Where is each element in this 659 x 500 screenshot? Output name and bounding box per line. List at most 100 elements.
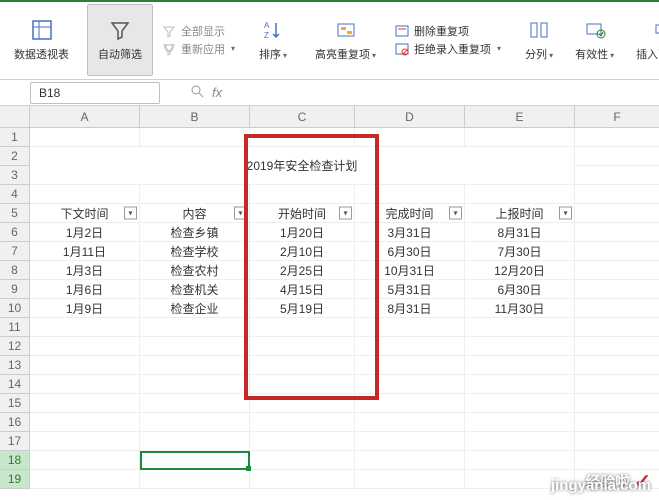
cell[interactable] (30, 337, 140, 356)
cell[interactable]: 检查学校 (140, 242, 250, 261)
cell[interactable]: 上报时间▾ (465, 204, 575, 223)
cell[interactable]: 检查乡镇 (140, 223, 250, 242)
row-header[interactable]: 9 (0, 280, 30, 299)
cell[interactable]: 3月31日 (355, 223, 465, 242)
cell[interactable] (575, 337, 659, 356)
show-all-button[interactable]: 全部显示 (161, 23, 235, 39)
cell[interactable] (250, 128, 355, 147)
row-header[interactable]: 12 (0, 337, 30, 356)
filter-button[interactable]: ▾ (339, 207, 352, 220)
cell[interactable]: 下文时间▾ (30, 204, 140, 223)
row-header[interactable]: 5 (0, 204, 30, 223)
sort-button[interactable]: AZ 排序▾ (249, 4, 297, 76)
cell[interactable] (140, 128, 250, 147)
cell[interactable] (465, 394, 575, 413)
autofilter-button[interactable]: 自动筛选 (87, 4, 153, 76)
cell[interactable] (140, 356, 250, 375)
cell[interactable] (250, 375, 355, 394)
cell[interactable] (575, 375, 659, 394)
cell[interactable]: 1月20日 (250, 223, 355, 242)
cell[interactable]: 6月30日 (355, 242, 465, 261)
cell[interactable]: 5月19日 (250, 299, 355, 318)
cell[interactable] (30, 432, 140, 451)
cell[interactable] (355, 185, 465, 204)
cell[interactable] (140, 337, 250, 356)
cell[interactable] (355, 413, 465, 432)
column-header[interactable]: F (575, 106, 659, 128)
row-header[interactable]: 4 (0, 185, 30, 204)
cell[interactable] (250, 470, 355, 489)
cell[interactable]: 1月9日 (30, 299, 140, 318)
cell[interactable] (250, 337, 355, 356)
filter-button[interactable]: ▾ (449, 207, 462, 220)
cell[interactable] (355, 337, 465, 356)
column-header[interactable]: E (465, 106, 575, 128)
cell[interactable]: 1月2日 (30, 223, 140, 242)
row-header[interactable]: 18 (0, 451, 30, 470)
row-header[interactable]: 19 (0, 470, 30, 489)
validation-button[interactable]: 有效性▾ (565, 4, 624, 76)
cell[interactable] (355, 432, 465, 451)
cell[interactable] (250, 185, 355, 204)
cell[interactable] (140, 413, 250, 432)
highlight-dup-button[interactable]: 高亮重复项▾ (305, 4, 386, 76)
column-header[interactable]: B (140, 106, 250, 128)
cell[interactable] (140, 375, 250, 394)
cell[interactable] (250, 451, 355, 470)
cell[interactable] (575, 356, 659, 375)
cell[interactable]: 检查企业 (140, 299, 250, 318)
cell[interactable] (140, 451, 250, 470)
cell[interactable] (30, 128, 140, 147)
cell[interactable] (30, 451, 140, 470)
cell[interactable] (575, 204, 659, 223)
cell[interactable]: 8月31日 (355, 299, 465, 318)
cell[interactable] (465, 375, 575, 394)
cell[interactable] (30, 185, 140, 204)
cell[interactable]: 7月30日 (465, 242, 575, 261)
cell[interactable] (575, 413, 659, 432)
row-header[interactable]: 8 (0, 261, 30, 280)
search-icon[interactable] (190, 84, 204, 101)
cell[interactable] (30, 394, 140, 413)
row-header[interactable]: 16 (0, 413, 30, 432)
pivot-table-button[interactable]: 数据透视表 (4, 4, 79, 76)
cell[interactable]: 10月31日 (355, 261, 465, 280)
cell[interactable] (575, 128, 659, 147)
cell[interactable]: 完成时间▾ (355, 204, 465, 223)
cell[interactable] (575, 299, 659, 318)
title-cell[interactable]: 2019年安全检查计划 (30, 147, 575, 185)
cell[interactable] (140, 432, 250, 451)
cell[interactable] (575, 280, 659, 299)
cell[interactable] (140, 318, 250, 337)
cell[interactable] (465, 185, 575, 204)
spreadsheet[interactable]: ABCDEF 12345678910111213141516171819 201… (0, 106, 659, 500)
cell[interactable]: 6月30日 (465, 280, 575, 299)
row-header[interactable]: 11 (0, 318, 30, 337)
column-header[interactable]: D (355, 106, 465, 128)
cell[interactable]: 2月10日 (250, 242, 355, 261)
row-header[interactable]: 13 (0, 356, 30, 375)
cell[interactable]: 8月31日 (465, 223, 575, 242)
name-box[interactable]: B18 (30, 82, 160, 104)
cell[interactable] (355, 356, 465, 375)
cell[interactable]: 12月20日 (465, 261, 575, 280)
cell[interactable] (465, 128, 575, 147)
cell[interactable]: 4月15日 (250, 280, 355, 299)
cell[interactable]: 5月31日 (355, 280, 465, 299)
cell[interactable] (30, 318, 140, 337)
row-header[interactable]: 15 (0, 394, 30, 413)
cell[interactable] (250, 394, 355, 413)
cell[interactable] (465, 356, 575, 375)
cell[interactable] (465, 432, 575, 451)
cell[interactable]: 1月6日 (30, 280, 140, 299)
filter-button[interactable]: ▾ (234, 207, 247, 220)
cell[interactable]: 11月30日 (465, 299, 575, 318)
column-header[interactable]: A (30, 106, 140, 128)
cell[interactable] (575, 242, 659, 261)
cell[interactable] (465, 318, 575, 337)
cell[interactable] (250, 432, 355, 451)
row-header[interactable]: 2 (0, 147, 30, 166)
cell[interactable]: 1月3日 (30, 261, 140, 280)
cell[interactable]: 检查农村 (140, 261, 250, 280)
cell[interactable] (355, 128, 465, 147)
